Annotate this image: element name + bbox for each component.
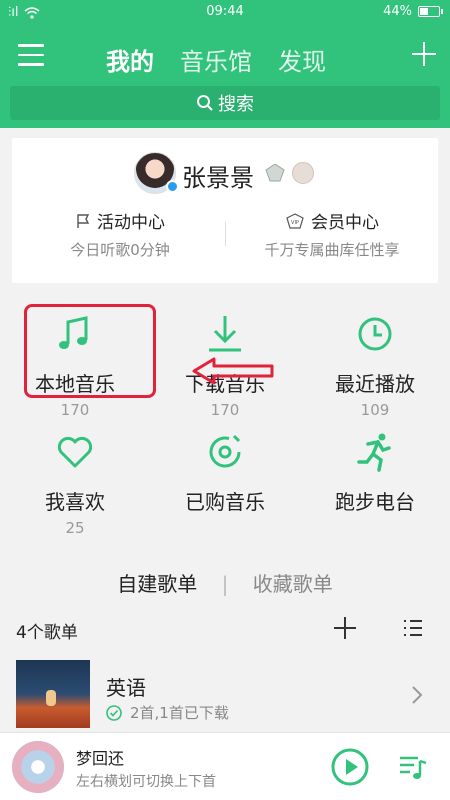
playlist-tabs: 自建歌单 | 收藏歌单 <box>0 568 450 597</box>
playlist-meta: 2首,1首已下载 <box>106 702 229 723</box>
highlight-box <box>24 304 156 398</box>
search-icon <box>197 95 213 111</box>
tab-discover[interactable]: 发现 <box>278 42 326 77</box>
grid-label: 跑步电台 <box>335 490 415 514</box>
vip-center[interactable]: VIP 会员中心 千万专属曲库任性享 <box>232 208 432 260</box>
grid-count: 170 <box>210 401 240 419</box>
tab-music-hall[interactable]: 音乐馆 <box>180 42 252 77</box>
grid-favorites[interactable]: 我喜欢 25 <box>0 430 150 537</box>
app-header: ⫶ıl 09:44 44% 我的 音乐馆 发现 搜索 <box>0 0 450 128</box>
grid-running-radio[interactable]: 跑步电台 <box>300 430 450 515</box>
now-playing-cover[interactable] <box>12 741 64 793</box>
playlist-queue-icon[interactable] <box>398 753 428 781</box>
search-label: 搜索 <box>218 94 254 115</box>
top-nav: 我的 音乐馆 发现 <box>0 26 450 82</box>
grid-purchased[interactable]: 已购音乐 <box>150 430 300 515</box>
chevron-right-icon[interactable] <box>410 684 424 706</box>
playlist-meta-text: 2首,1首已下载 <box>130 704 229 722</box>
play-icon[interactable] <box>330 747 370 787</box>
clock-icon <box>358 317 392 351</box>
downloaded-check-icon <box>106 704 122 721</box>
search-bar[interactable]: 搜索 <box>10 86 440 120</box>
activity-center-title: 活动中心 <box>97 213 165 233</box>
activity-center[interactable]: 活动中心 今日听歌0分钟 <box>20 208 220 260</box>
playlist-cover <box>16 660 90 728</box>
add-playlist-icon[interactable] <box>334 617 356 639</box>
tab-created-playlists[interactable]: 自建歌单 <box>117 572 197 596</box>
download-icon <box>209 316 241 352</box>
username[interactable]: 张景景 <box>182 158 254 193</box>
playlist-name: 英语 <box>106 676 146 700</box>
tab-favorited-playlists[interactable]: 收藏歌单 <box>253 572 333 596</box>
playlist-row[interactable]: 英语 2首,1首已下载 <box>0 652 450 732</box>
vip-icon: VIP <box>286 212 304 229</box>
level-badge-icon <box>265 164 285 182</box>
svg-text:VIP: VIP <box>291 220 299 226</box>
profile-card: 张景景 活动中心 今日听歌0分钟 VIP 会员中心 千万专属曲库任性享 <box>12 138 438 283</box>
red-arrow-icon <box>192 357 274 385</box>
runner-icon <box>357 433 391 472</box>
tab-separator: | <box>221 572 229 596</box>
vip-center-title: 会员中心 <box>311 213 379 233</box>
grid-label: 已购音乐 <box>185 490 265 514</box>
now-playing-hint: 左右横划可切换上下首 <box>76 774 216 790</box>
now-playing-title: 梦回还 <box>76 749 125 768</box>
grid-count: 25 <box>65 519 85 537</box>
purchased-disc-icon <box>209 434 241 468</box>
grid-label: 最近播放 <box>335 372 415 396</box>
flag-icon <box>77 213 90 228</box>
divider <box>225 222 226 246</box>
battery-percent: 44% <box>383 4 412 19</box>
grid-label: 我喜欢 <box>45 490 105 514</box>
playlist-count: 4个歌单 <box>16 623 78 643</box>
heart-icon <box>57 436 93 468</box>
verified-badge-icon <box>166 180 179 193</box>
grid-count: 109 <box>360 401 390 419</box>
main-tabs: 我的 音乐馆 发现 <box>106 42 326 77</box>
tab-mine[interactable]: 我的 <box>106 42 154 77</box>
menu-icon[interactable] <box>18 44 44 66</box>
grid-count: 170 <box>60 401 90 419</box>
vip-center-desc: 千万专属曲库任性享 <box>264 241 400 259</box>
grid-recent[interactable]: 最近播放 109 <box>300 312 450 419</box>
status-bar: ⫶ıl 09:44 44% <box>0 0 450 26</box>
mini-player[interactable]: 梦回还 左右横划可切换上下首 <box>0 732 450 800</box>
manage-list-icon[interactable] <box>402 617 424 639</box>
add-icon[interactable] <box>412 42 436 66</box>
activity-center-desc: 今日听歌0分钟 <box>70 241 170 259</box>
battery-icon <box>418 6 443 17</box>
vip-badge-icon <box>292 162 314 184</box>
